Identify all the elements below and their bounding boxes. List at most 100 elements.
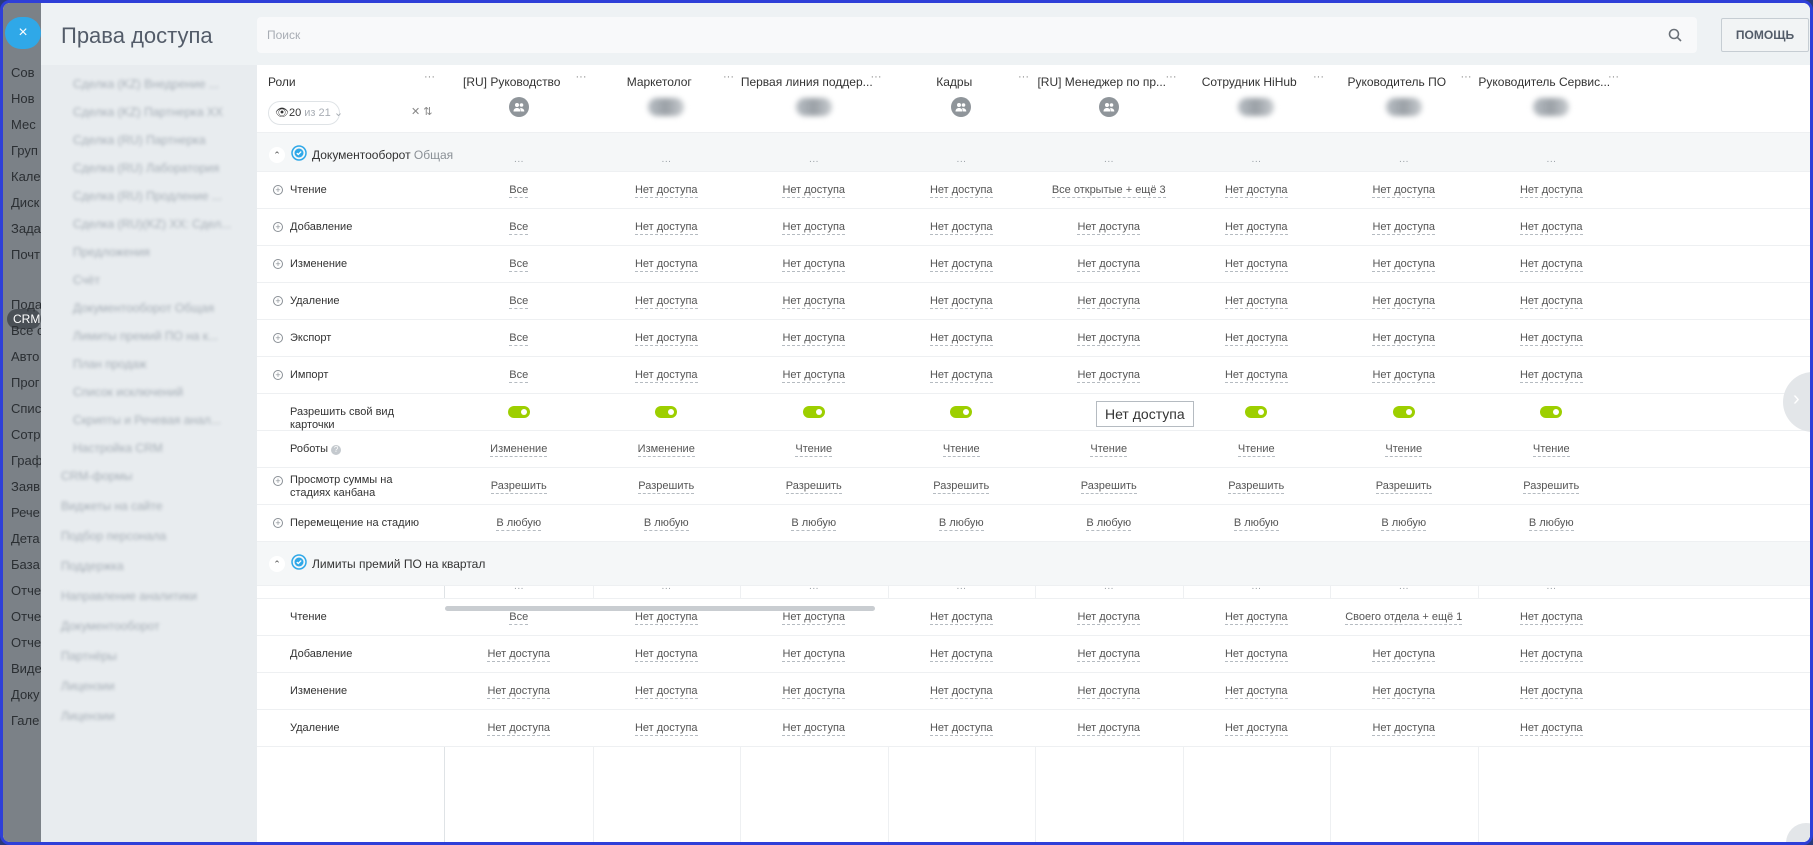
permission-value[interactable]: Нет доступа [1224, 295, 1288, 309]
permission-value[interactable]: В любую [1528, 517, 1574, 531]
permission-value[interactable]: В любую [791, 517, 837, 531]
permission-value[interactable]: Все [509, 258, 529, 272]
permission-toggle[interactable] [1540, 406, 1563, 418]
permission-value[interactable]: Нет доступа [782, 295, 846, 309]
permission-value[interactable]: Все [509, 369, 529, 383]
permission-value[interactable]: В любую [643, 517, 689, 531]
menu-item[interactable]: Счёт [73, 273, 100, 287]
permission-value[interactable]: Разрешить [638, 480, 695, 494]
menu-section-item[interactable]: Виджеты на сайте [61, 499, 163, 513]
menu-section-item[interactable]: CRM-формы [61, 469, 132, 483]
role-menu-button[interactable]: ··· [1166, 71, 1177, 83]
permission-value[interactable]: Нет доступа [1224, 611, 1288, 625]
permission-value[interactable]: Нет доступа [1224, 369, 1288, 383]
permission-value[interactable]: Нет доступа [929, 685, 993, 699]
permission-value[interactable]: Нет доступа [1224, 221, 1288, 235]
role-menu-button[interactable]: ··· [1313, 71, 1324, 83]
permission-value[interactable]: Чтение [942, 443, 980, 457]
roles-filter[interactable]: 👁20 из 21 ⌄ [268, 101, 343, 125]
column-actions-button[interactable]: ··· [1541, 583, 1561, 594]
permission-value[interactable]: Нет доступа [634, 184, 698, 198]
permission-value[interactable]: В любую [1381, 517, 1427, 531]
permission-value[interactable]: Разрешить [933, 480, 990, 494]
permission-value[interactable]: Нет доступа [634, 611, 698, 625]
permission-value[interactable]: Нет доступа [1224, 685, 1288, 699]
role-name[interactable]: Руководитель ПО [1330, 75, 1464, 89]
permission-value[interactable]: Разрешить [1523, 480, 1580, 494]
expand-plus-icon[interactable]: + [273, 518, 283, 528]
column-actions-button[interactable]: ··· [1246, 583, 1266, 594]
permission-value[interactable]: Нет доступа [929, 648, 993, 662]
role-column-header[interactable]: Сотрудник HiHub ··· [1183, 65, 1331, 133]
menu-item[interactable]: Сделка (RU) Партнерка [73, 133, 206, 147]
role-menu-button[interactable]: ··· [871, 71, 882, 83]
role-name[interactable]: Сотрудник HiHub [1183, 75, 1317, 89]
permission-value[interactable]: Чтение [1385, 443, 1423, 457]
permission-value[interactable]: Все [509, 184, 529, 198]
permission-value[interactable]: Чтение [1237, 443, 1275, 457]
permission-value[interactable]: Нет доступа [929, 295, 993, 309]
permission-value[interactable]: Нет доступа [929, 221, 993, 235]
permission-value[interactable]: Нет доступа [634, 221, 698, 235]
permission-value[interactable]: Все [509, 611, 529, 625]
column-actions-button[interactable]: ··· [509, 156, 529, 167]
column-actions-button[interactable]: ··· [656, 156, 676, 167]
permission-value[interactable]: Нет доступа [1077, 295, 1141, 309]
chevron-up-icon[interactable]: ⌃ [269, 556, 285, 572]
role-name[interactable]: Кадры [888, 75, 1022, 89]
permission-value[interactable]: Нет доступа [1077, 332, 1141, 346]
permission-value[interactable]: Все [509, 332, 529, 346]
permission-value[interactable]: Нет доступа [634, 258, 698, 272]
role-column-header[interactable]: Руководитель ПО ··· [1330, 65, 1478, 133]
menu-section-item[interactable]: Поддержка [61, 559, 124, 573]
menu-item[interactable]: Настройка CRM [73, 441, 163, 455]
permission-value[interactable]: Нет доступа [1372, 369, 1436, 383]
permission-value[interactable]: Нет доступа [929, 258, 993, 272]
permission-value[interactable]: Нет доступа [929, 184, 993, 198]
permission-toggle[interactable] [1245, 406, 1268, 418]
permission-value[interactable]: Нет доступа [634, 369, 698, 383]
role-column-header[interactable]: Кадры ··· [888, 65, 1036, 133]
search-icon[interactable] [1667, 27, 1683, 43]
permission-toggle[interactable] [507, 406, 530, 418]
expand-plus-icon[interactable]: + [273, 185, 283, 195]
role-column-header[interactable]: Маркетолог ··· [593, 65, 741, 133]
menu-item[interactable]: Сделка (RU) Лаборатория [73, 161, 219, 175]
role-column-header[interactable]: Руководитель Сервис... ··· [1478, 65, 1626, 133]
permission-value[interactable]: Нет доступа [1372, 332, 1436, 346]
role-column-header[interactable]: Первая линия поддер... ··· [740, 65, 888, 133]
permission-value[interactable]: Нет доступа [1372, 221, 1436, 235]
menu-item[interactable]: Предложения [73, 245, 150, 259]
permission-value[interactable]: Нет доступа [1224, 722, 1288, 736]
role-name[interactable]: [RU] Менеджер по пр... [1035, 75, 1169, 89]
column-actions-button[interactable]: ··· [951, 156, 971, 167]
role-menu-button[interactable]: ··· [1018, 71, 1029, 83]
column-actions-button[interactable]: ··· [1099, 583, 1119, 594]
permission-value[interactable]: Нет доступа [929, 722, 993, 736]
column-actions-button[interactable]: ··· [656, 583, 676, 594]
column-actions-button[interactable]: ··· [1246, 156, 1266, 167]
expand-plus-icon[interactable]: + [273, 476, 283, 486]
permission-value[interactable]: Нет доступа [1519, 332, 1583, 346]
role-name[interactable]: [RU] Руководство [445, 75, 579, 89]
permission-value[interactable]: Изменение [490, 443, 548, 457]
permission-value[interactable]: Нет доступа [1519, 258, 1583, 272]
role-menu-button[interactable]: ··· [1461, 71, 1472, 83]
permission-value[interactable]: В любую [496, 517, 542, 531]
permission-value[interactable]: Нет доступа [782, 332, 846, 346]
permission-value[interactable]: Нет доступа [487, 648, 551, 662]
role-name[interactable]: Руководитель Сервис... [1478, 75, 1612, 89]
permission-value[interactable]: Разрешить [1375, 480, 1432, 494]
permission-value[interactable]: Нет доступа [634, 295, 698, 309]
permission-value[interactable]: Нет доступа [782, 184, 846, 198]
permission-value[interactable]: Нет доступа [782, 722, 846, 736]
permission-value[interactable]: Разрешить [1080, 480, 1137, 494]
permission-value[interactable]: Нет доступа [1077, 722, 1141, 736]
permission-value[interactable]: Нет доступа [1077, 685, 1141, 699]
permission-value[interactable]: Своего отдела + ещё 1 [1345, 611, 1463, 625]
role-menu-button[interactable]: ··· [1608, 71, 1619, 83]
permission-value[interactable]: Нет доступа [1077, 369, 1141, 383]
permission-value[interactable]: Нет доступа [1077, 648, 1141, 662]
help-button[interactable]: ПОМОЩЬ [1721, 18, 1809, 52]
menu-section-item[interactable]: Документооборот [61, 619, 160, 633]
